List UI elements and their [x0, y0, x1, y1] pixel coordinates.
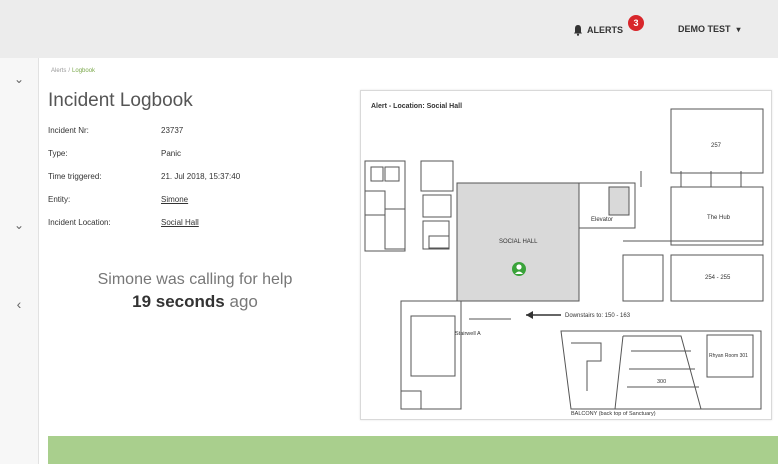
- location-link[interactable]: Social Hall: [161, 218, 199, 227]
- status-bar: [48, 436, 778, 464]
- detail-row-type: Type: Panic: [48, 149, 348, 172]
- breadcrumb-logbook: Logbook: [72, 68, 96, 74]
- chevron-left-icon[interactable]: ‹: [0, 296, 38, 312]
- calling-text: Simone was calling for help: [97, 271, 293, 288]
- detail-row-time-triggered: Time triggered: 21. Jul 2018, 15:37:40: [48, 172, 348, 195]
- chevron-down-icon[interactable]: ⌄: [0, 72, 38, 86]
- room-label-downstairs: Downstairs to: 150 - 163: [565, 313, 631, 319]
- caret-down-icon: ▾: [736, 24, 741, 34]
- alerts-button[interactable]: ALERTS 3: [572, 15, 644, 36]
- room-label-254: 254 - 255: [705, 275, 731, 281]
- detail-label: Incident Location:: [48, 218, 111, 227]
- user-menu[interactable]: DEMO TEST ▾: [678, 24, 741, 34]
- room-label-elevator: Elevator: [591, 217, 613, 223]
- detail-row-location: Incident Location: Social Hall: [48, 218, 348, 241]
- breadcrumb: Alerts / Logbook: [51, 68, 95, 74]
- detail-row-incident-nr: Incident Nr: 23737: [48, 126, 348, 149]
- floor-plan[interactable]: SOCIAL HALL Elevator The Hub 257 254 - 2…: [361, 91, 771, 419]
- detail-label: Type:: [48, 149, 68, 158]
- bell-icon: [574, 25, 582, 36]
- calling-message: Simone was calling for help 19 seconds a…: [45, 271, 345, 312]
- breadcrumb-alerts[interactable]: Alerts: [51, 68, 66, 74]
- detail-label: Incident Nr:: [48, 126, 89, 135]
- calling-duration: 19 seconds: [132, 292, 225, 311]
- incident-details: Incident Nr: 23737 Type: Panic Time trig…: [48, 126, 348, 241]
- user-name: DEMO TEST: [678, 24, 731, 34]
- breadcrumb-separator: /: [68, 68, 71, 74]
- calling-duration-line: 19 seconds ago: [45, 292, 345, 312]
- room-label-stairwell: Stairwell A: [455, 331, 481, 337]
- top-bar: ALERTS 3 DEMO TEST ▾: [0, 0, 778, 59]
- room-label-social-hall: SOCIAL HALL: [499, 239, 538, 245]
- alerts-count-badge: 3: [628, 15, 644, 31]
- room-label-balcony: BALCONY (back top of Sanctuary): [571, 411, 656, 417]
- detail-label: Time triggered:: [48, 172, 102, 181]
- map-panel: Alert - Location: Social Hall SOCIAL HAL…: [360, 90, 772, 420]
- room-label-the-hub: The Hub: [707, 215, 731, 221]
- chevron-down-icon[interactable]: ⌄: [0, 218, 38, 232]
- calling-suffix: ago: [229, 292, 258, 311]
- left-rail: ⌄ ⌄ ‹: [0, 58, 39, 464]
- entity-link[interactable]: Simone: [161, 195, 188, 204]
- detail-value: 23737: [161, 126, 184, 135]
- page-title: Incident Logbook: [48, 90, 193, 111]
- detail-label: Entity:: [48, 195, 71, 204]
- detail-value: Panic: [161, 149, 182, 158]
- detail-value: 21. Jul 2018, 15:37:40: [161, 172, 241, 181]
- detail-row-entity: Entity: Simone: [48, 195, 348, 218]
- alerts-label: ALERTS: [587, 25, 623, 35]
- room-label-257: 257: [711, 143, 722, 149]
- room-label-300: 300: [657, 379, 666, 385]
- main-content: Alerts / Logbook Incident Logbook Incident…: [39, 58, 778, 464]
- room-label-301: Rhyan Room 301: [709, 353, 748, 359]
